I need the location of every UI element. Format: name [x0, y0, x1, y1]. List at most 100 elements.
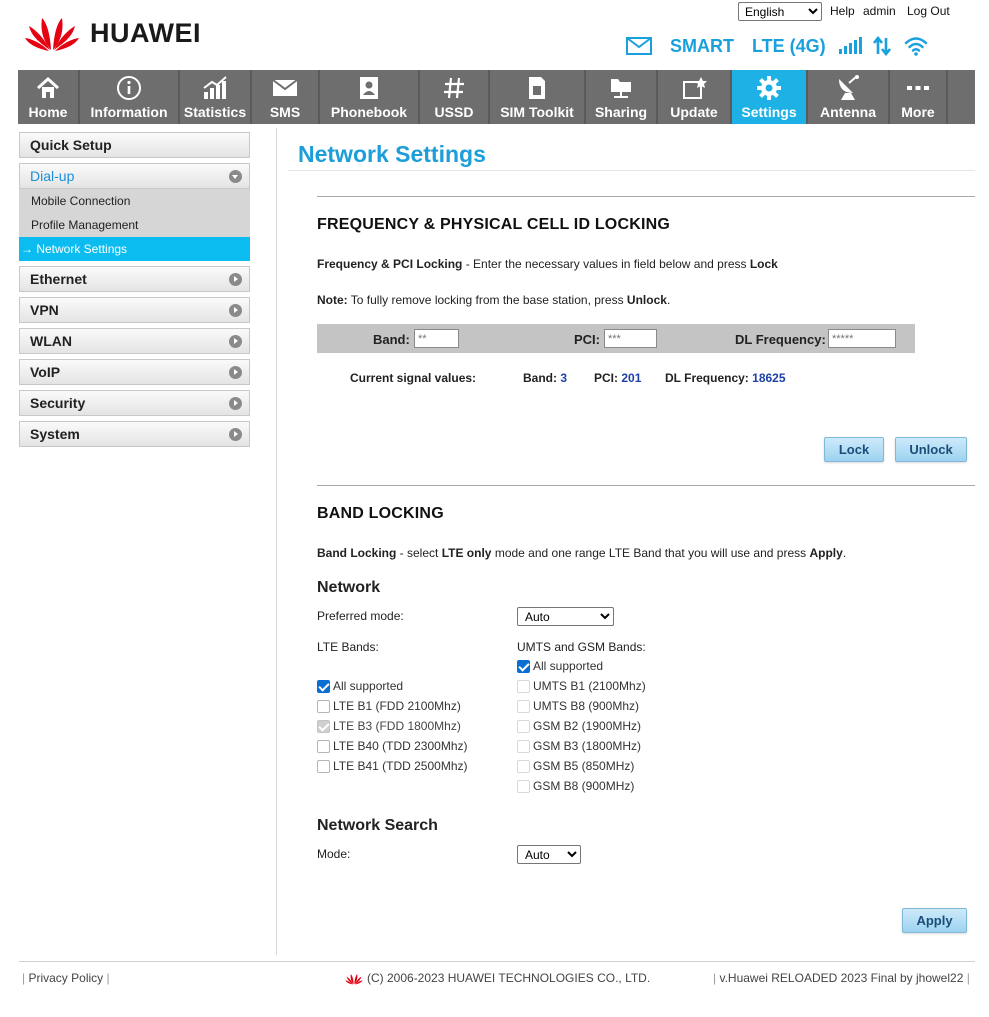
dl-frequency-label: DL Frequency:: [735, 332, 826, 347]
unlock-button[interactable]: Unlock: [895, 437, 967, 462]
preferred-mode-select[interactable]: Auto: [517, 607, 614, 626]
sidebar-item-dialup[interactable]: Dial-up: [19, 163, 250, 189]
nav-label: SIM Toolkit: [500, 104, 574, 120]
checkbox[interactable]: [317, 739, 330, 753]
wifi-icon: [904, 37, 927, 56]
sms-envelope-icon[interactable]: [626, 37, 652, 55]
apply-button[interactable]: Apply: [902, 908, 967, 933]
checkbox[interactable]: [517, 659, 530, 673]
lte-band-b40[interactable]: LTE B40 (TDD 2300Mhz): [317, 739, 468, 753]
lte-band-b1[interactable]: LTE B1 (FDD 2100Mhz): [317, 699, 461, 713]
band-input[interactable]: [414, 329, 459, 348]
umts-band-b8[interactable]: UMTS B8 (900Mhz): [517, 699, 639, 713]
checkbox[interactable]: [517, 779, 530, 793]
checkbox: [317, 719, 330, 733]
pci-label: PCI:: [574, 332, 600, 347]
nav-settings[interactable]: Settings: [732, 70, 808, 124]
nav-antenna[interactable]: Antenna: [808, 70, 890, 124]
gear-icon: [757, 76, 781, 100]
sharing-icon: [611, 79, 631, 98]
logout-link[interactable]: Log Out: [907, 4, 950, 18]
content-divider: [276, 128, 277, 955]
sidebar-item-label: Quick Setup: [30, 137, 112, 153]
sidebar-subitem-mobile-connection[interactable]: Mobile Connection: [19, 189, 250, 213]
copyright-text: (C) 2006-2023 HUAWEI TECHNOLOGIES CO., L…: [367, 971, 651, 985]
help-link[interactable]: Help: [830, 4, 855, 18]
sidebar-item-quick-setup[interactable]: Quick Setup: [19, 132, 250, 158]
chevron-right-icon: [229, 334, 242, 348]
network-type: LTE (4G): [752, 35, 826, 56]
preferred-mode-label: Preferred mode:: [317, 609, 404, 623]
checkbox-label: LTE B40 (TDD 2300Mhz): [333, 739, 468, 753]
nav-label: Antenna: [820, 104, 876, 120]
nav-ussd[interactable]: USSD: [420, 70, 490, 124]
search-mode-select[interactable]: Auto: [517, 845, 581, 864]
footer-privacy: | Privacy Policy |: [22, 971, 110, 985]
privacy-policy-link[interactable]: Privacy Policy: [28, 971, 103, 985]
checkbox[interactable]: [517, 739, 530, 753]
sidebar-item-label: Dial-up: [30, 168, 75, 184]
checkbox-label: GSM B8 (900MHz): [533, 779, 635, 793]
info-icon: [117, 76, 141, 100]
current-dl-value: 18625: [752, 371, 786, 385]
freq-lock-note: Note: To fully remove locking from the b…: [317, 293, 671, 307]
nav-statistics[interactable]: Statistics: [180, 70, 252, 124]
lte-band-all-supported[interactable]: All supported: [317, 679, 403, 693]
umts-gsm-bands-label: UMTS and GSM Bands:: [517, 640, 646, 654]
checkbox[interactable]: [317, 699, 330, 713]
nav-sharing[interactable]: Sharing: [586, 70, 658, 124]
checkbox[interactable]: [317, 679, 330, 693]
dl-frequency-input[interactable]: [828, 329, 896, 348]
lte-band-b41[interactable]: LTE B41 (TDD 2500Mhz): [317, 759, 468, 773]
checkbox-label: UMTS B1 (2100Mhz): [533, 679, 646, 693]
nav-update[interactable]: Update: [658, 70, 732, 124]
current-signal-label: Current signal values:: [350, 371, 477, 385]
checkbox[interactable]: [317, 759, 330, 773]
lock-button[interactable]: Lock: [824, 437, 884, 462]
nav-more[interactable]: More: [890, 70, 948, 124]
antenna-icon: [839, 75, 859, 100]
huawei-flower-icon: [345, 973, 363, 985]
pci-input[interactable]: [604, 329, 657, 348]
checkbox[interactable]: [517, 719, 530, 733]
gsm-band-b8[interactable]: GSM B8 (900MHz): [517, 779, 634, 793]
search-mode-label: Mode:: [317, 847, 351, 861]
nav-sms[interactable]: SMS: [252, 70, 320, 124]
band-label: Band:: [373, 332, 410, 347]
gsm-band-b2[interactable]: GSM B2 (1900MHz): [517, 719, 641, 733]
band-lock-description: Band Locking - select LTE only mode and …: [317, 546, 846, 560]
sidebar-item-wlan[interactable]: WLAN: [19, 328, 250, 354]
sidebar-item-security[interactable]: Security: [19, 390, 250, 416]
sidebar-subitem-network-settings[interactable]: → Network Settings: [19, 237, 250, 261]
huawei-logo[interactable]: HUAWEI: [24, 12, 201, 52]
nav-home[interactable]: Home: [18, 70, 80, 124]
sidebar-item-label: VPN: [30, 302, 59, 318]
umts-band-b1[interactable]: UMTS B1 (2100Mhz): [517, 679, 646, 693]
gsm-band-b3[interactable]: GSM B3 (1800MHz): [517, 739, 641, 753]
checkbox[interactable]: [517, 759, 530, 773]
checkbox-label: All supported: [533, 659, 604, 673]
brand-name: HUAWEI: [90, 17, 201, 48]
sidebar-item-ethernet[interactable]: Ethernet: [19, 266, 250, 292]
umts-band-all-supported[interactable]: All supported: [517, 659, 603, 673]
nav-label: More: [901, 104, 935, 120]
nav-sim-toolkit[interactable]: SIM Toolkit: [490, 70, 586, 124]
checkbox[interactable]: [517, 699, 530, 713]
language-select[interactable]: English: [738, 2, 822, 21]
sidebar-item-voip[interactable]: VoIP: [19, 359, 250, 385]
page-title: Network Settings: [298, 141, 486, 167]
note-text: To fully remove locking from the base st…: [347, 293, 627, 307]
sidebar-subitem-profile-management[interactable]: Profile Management: [19, 213, 250, 237]
nav-phonebook[interactable]: Phonebook: [320, 70, 420, 124]
nav-information[interactable]: Information: [80, 70, 180, 124]
sidebar-item-vpn[interactable]: VPN: [19, 297, 250, 323]
footer-version: | v.Huawei RELOADED 2023 Final by jhowel…: [713, 971, 970, 985]
checkbox-label: LTE B1 (FDD 2100Mhz): [333, 699, 461, 713]
checkbox-label: LTE B41 (TDD 2500Mhz): [333, 759, 468, 773]
sidebar-item-system[interactable]: System: [19, 421, 250, 447]
gsm-band-b5[interactable]: GSM B5 (850MHz): [517, 759, 634, 773]
checkbox[interactable]: [517, 679, 530, 693]
chevron-right-icon: [229, 303, 242, 317]
user-link[interactable]: admin: [863, 4, 896, 18]
desc-text: mode and one range LTE Band that you wil…: [491, 546, 810, 560]
